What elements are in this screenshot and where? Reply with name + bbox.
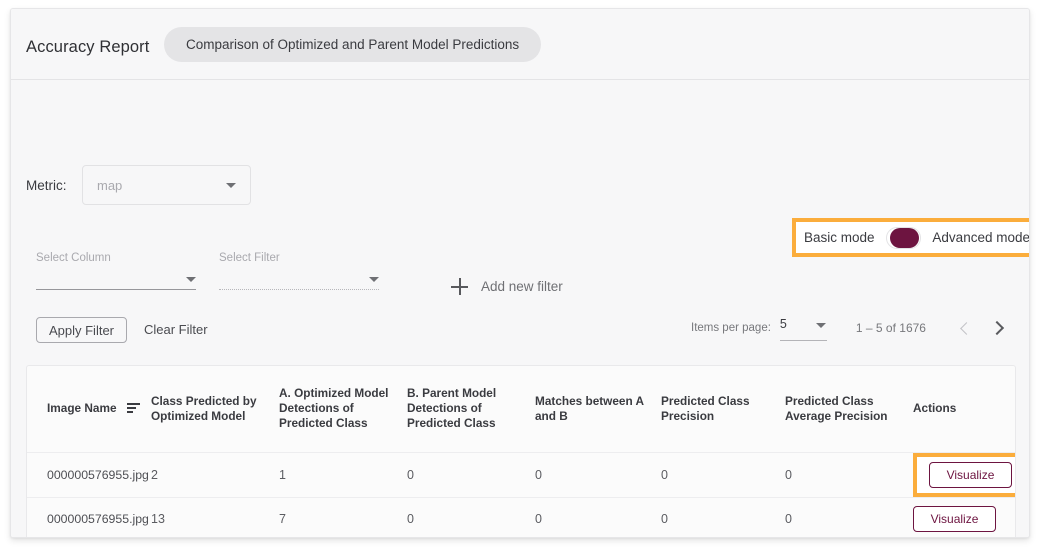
cell-image-name: 000000576955.jpg (27, 452, 149, 498)
metric-select-value: map (97, 178, 123, 193)
items-per-page-select[interactable]: 5 (779, 315, 830, 341)
sort-icon[interactable] (126, 403, 140, 414)
chevron-left-icon (960, 321, 974, 335)
items-per-page-label: Items per page: (691, 322, 771, 334)
plus-icon (451, 278, 468, 295)
cell-matches: 0 (529, 497, 655, 537)
select-column-label: Select Column (36, 252, 111, 264)
cell-class-predicted: 13 (145, 497, 273, 537)
toggle-thumb (890, 227, 920, 248)
cell-average-precision: 0 (779, 452, 907, 498)
items-per-page-value: 5 (779, 317, 787, 331)
items-per-page-underline (779, 340, 827, 341)
advanced-mode-label: Advanced mode (932, 230, 1030, 245)
column-header-class-predicted[interactable]: Class Predicted by Optimized Model (145, 366, 273, 453)
paginator: Items per page: 5 1 – 5 of 1676 (691, 313, 1012, 343)
previous-page-button[interactable] (952, 313, 982, 343)
table-row: 000000576955.jpg 13 7 0 0 0 0 Visualize (27, 497, 1015, 537)
visualize-button[interactable]: Visualize (913, 505, 996, 532)
column-header-precision[interactable]: Predicted Class Precision (655, 366, 779, 453)
column-header-label: Image Name (47, 401, 117, 416)
page-range-label: 1 – 5 of 1676 (855, 321, 926, 335)
cell-matches: 0 (529, 452, 655, 498)
column-header-average-precision[interactable]: Predicted Class Average Precision (779, 366, 907, 453)
page-title: Accuracy Report (26, 38, 150, 56)
card-body: Metric: map Basic mode Advanced mode Sel… (11, 80, 1030, 537)
select-column-underline (36, 289, 196, 290)
column-header-parent-detections[interactable]: B. Parent Model Detections of Predicted … (401, 366, 529, 453)
cell-image-name: 000000576955.jpg (27, 497, 149, 537)
add-new-filter-button[interactable]: Add new filter (451, 278, 563, 295)
chevron-down-icon (226, 183, 236, 188)
cell-class-predicted: 2 (145, 452, 273, 498)
cell-parent-detections: 0 (401, 452, 529, 498)
metric-label: Metric: (26, 178, 67, 193)
visualize-button-highlight: Visualize (913, 452, 1015, 497)
cell-optimized-detections: 1 (273, 452, 401, 498)
add-new-filter-label: Add new filter (481, 279, 563, 294)
table-row: 000000576955.jpg 2 1 0 0 0 0 Visualize (27, 452, 1015, 498)
cell-optimized-detections: 7 (273, 497, 401, 537)
chevron-down-icon (815, 323, 826, 328)
column-header-actions: Actions (907, 366, 1015, 453)
results-table: Image Name Class Predicted by Optimized … (26, 365, 1016, 537)
cell-average-precision: 0 (779, 497, 907, 537)
cell-actions: Visualize (907, 452, 1015, 498)
mode-toggle-switch[interactable] (885, 226, 922, 249)
select-filter-underline (219, 289, 379, 290)
column-header-optimized-detections[interactable]: A. Optimized Model Detections of Predict… (273, 366, 401, 453)
report-subtitle-chip: Comparison of Optimized and Parent Model… (164, 27, 542, 62)
cell-actions: Visualize (907, 497, 1015, 537)
chevron-down-icon (186, 277, 196, 282)
column-header-matches[interactable]: Matches between A and B (529, 366, 655, 453)
report-card: Accuracy Report Comparison of Optimized … (10, 8, 1030, 538)
table-body: 000000576955.jpg 2 1 0 0 0 0 Visualize 000000576… (27, 452, 1015, 537)
basic-mode-label: Basic mode (804, 230, 875, 245)
card-header: Accuracy Report Comparison of Optimized … (11, 9, 1029, 80)
clear-filter-button[interactable]: Clear Filter (144, 322, 208, 337)
table-header-row: Image Name Class Predicted by Optimized … (27, 366, 1015, 453)
visualize-button[interactable]: Visualize (929, 461, 1012, 488)
cell-parent-detections: 0 (401, 497, 529, 537)
chevron-down-icon (369, 277, 379, 282)
chevron-right-icon (989, 320, 1005, 336)
mode-toggle-highlight: Basic mode Advanced mode (792, 218, 1030, 257)
next-page-button[interactable] (982, 313, 1012, 343)
cell-precision: 0 (655, 452, 779, 498)
accuracy-report-page: Accuracy Report Comparison of Optimized … (0, 0, 1047, 556)
column-header-image-name[interactable]: Image Name (27, 366, 145, 453)
metric-select[interactable]: map (82, 165, 251, 205)
cell-precision: 0 (655, 497, 779, 537)
apply-filter-button[interactable]: Apply Filter (36, 317, 127, 343)
select-filter-label: Select Filter (219, 252, 280, 264)
